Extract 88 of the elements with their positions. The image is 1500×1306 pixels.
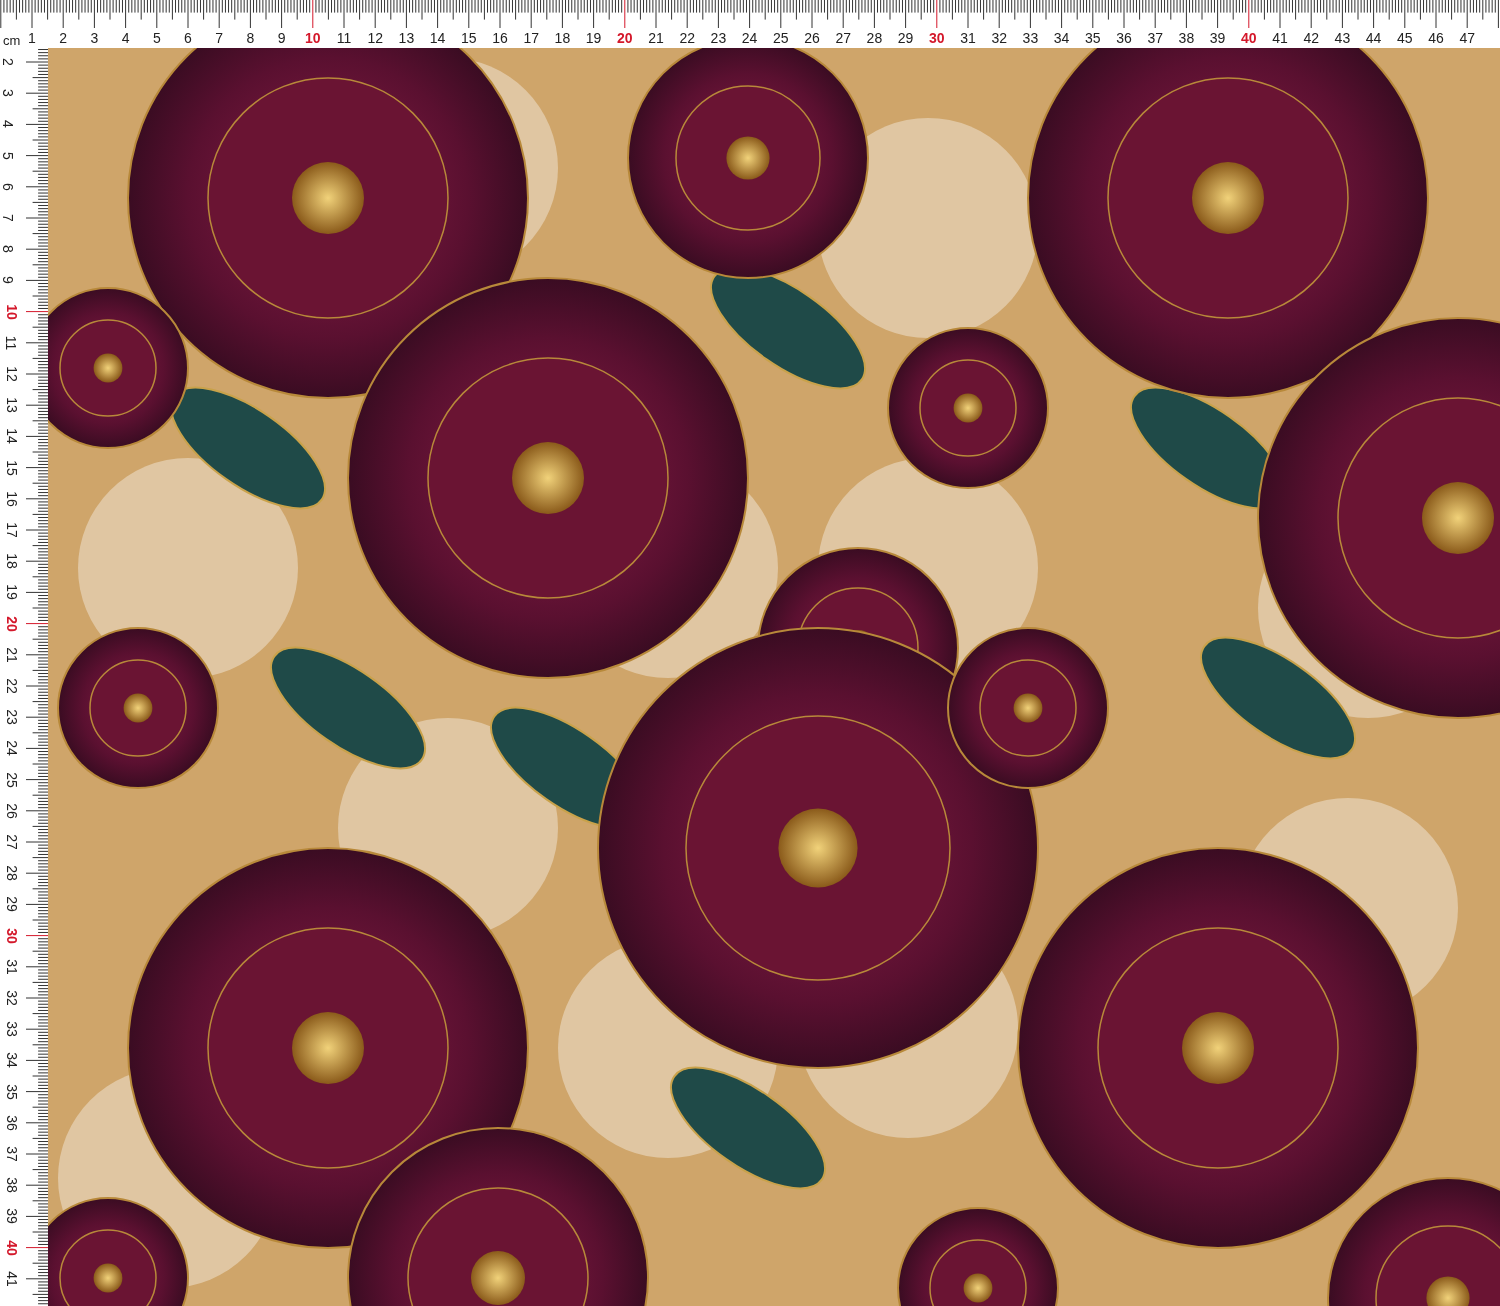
ruler-number: 18: [3, 553, 20, 569]
ruler-number: 24: [741, 30, 758, 46]
ruler-number: 3: [0, 89, 16, 98]
ruler-number: 35: [1085, 30, 1101, 46]
ruler-number: 8: [246, 30, 255, 46]
ruler-number: 21: [3, 647, 20, 663]
ruler-number: 26: [804, 30, 820, 46]
ruler-number: 41: [1272, 30, 1288, 46]
ruler-number: 9: [277, 30, 286, 46]
ruler-number: 12: [3, 366, 20, 382]
ruler-number: 4: [0, 120, 16, 129]
ruler-number: 6: [184, 30, 192, 46]
ruler-number: 36: [3, 1115, 20, 1131]
ruler-number: 19: [585, 30, 602, 46]
ruler-number: 11: [336, 30, 352, 46]
ruler-number: 10: [3, 303, 20, 320]
ruler-number: 22: [679, 30, 695, 46]
ruler-number: 23: [710, 30, 727, 46]
ruler-number: 28: [866, 30, 883, 46]
ruler-number: 1: [28, 30, 36, 46]
ruler-number: 7: [0, 214, 16, 222]
ruler-number: 19: [3, 584, 20, 601]
ruler-number: 17: [3, 522, 20, 538]
ruler-number: 32: [3, 990, 20, 1006]
ruler-number: 31: [3, 959, 20, 975]
ruler-number: 20: [3, 615, 20, 632]
ruler-number: 7: [215, 30, 224, 46]
ruler-number: 11: [3, 335, 20, 351]
ruler-number: 39: [1209, 30, 1226, 46]
ruler-number: 24: [3, 740, 20, 757]
ruler-number: 27: [835, 30, 851, 46]
ruler-number: 30: [929, 30, 945, 46]
ruler-number: 5: [0, 151, 16, 160]
ruler-number: 8: [0, 245, 16, 254]
ruler-number: 27: [3, 834, 20, 850]
ruler-number: 42: [1303, 30, 1319, 46]
ruler-number: 21: [648, 30, 664, 46]
ruler-number: 9: [0, 276, 16, 285]
ruler-number: 22: [3, 678, 20, 694]
ruler-number: 43: [1334, 30, 1351, 46]
ruler-number: 40: [3, 1239, 20, 1256]
ruler-number: 25: [773, 30, 789, 46]
ruler-number: 34: [1053, 30, 1070, 46]
ruler-number: 15: [3, 459, 20, 476]
ruler-number: 32: [991, 30, 1007, 46]
ruler-number: 45: [1397, 30, 1413, 46]
ruler-number: 13: [398, 30, 415, 46]
ruler-number: 37: [1147, 30, 1163, 46]
ruler-number: 37: [3, 1146, 20, 1162]
ruler-number: 15: [461, 30, 477, 46]
ruler-number: 33: [1022, 30, 1039, 46]
ruler-number: 14: [3, 428, 20, 445]
ruler-number: 12: [367, 30, 383, 46]
ruler-number: 25: [3, 771, 20, 788]
ruler-number: 13: [3, 397, 20, 413]
ruler-number: 29: [3, 896, 20, 913]
ruler-number: 36: [1116, 30, 1132, 46]
ruler-number: 40: [1241, 30, 1257, 46]
ruler-number: 31: [960, 30, 976, 46]
ruler-number: 20: [617, 30, 633, 46]
ruler-number: 28: [3, 865, 20, 881]
ruler-number: 14: [429, 30, 446, 46]
ruler-number: 34: [3, 1052, 20, 1069]
ruler-number: 18: [554, 30, 571, 46]
ruler-number: 41: [3, 1271, 20, 1287]
ruler-number: 3: [90, 30, 99, 46]
ruler-number: 6: [0, 182, 16, 191]
ruler-number: 10: [305, 30, 321, 46]
ruler-number: 39: [3, 1208, 20, 1225]
ruler-number: 17: [523, 30, 539, 46]
ruler-number: 29: [897, 30, 914, 46]
ruler-number: 38: [3, 1177, 20, 1193]
ruler-number: 47: [1459, 30, 1475, 46]
ruler-number: 16: [492, 30, 508, 46]
ruler-number: 38: [1178, 30, 1195, 46]
ruler-number: 2: [0, 58, 16, 66]
unit-label: cm: [3, 34, 21, 47]
ruler-number: 16: [3, 491, 20, 507]
ruler-number: 4: [121, 30, 130, 46]
ruler-number: 35: [3, 1083, 20, 1100]
ruler-number: 26: [3, 803, 20, 819]
ruler-number: 2: [59, 30, 68, 46]
ruler-number: 23: [3, 709, 20, 725]
ruler-number: 46: [1428, 30, 1444, 46]
ruler-number: 44: [1365, 30, 1382, 46]
ruler-number: 30: [3, 927, 20, 944]
ruler-number: 33: [3, 1021, 20, 1037]
ruler-number: 5: [152, 30, 161, 46]
